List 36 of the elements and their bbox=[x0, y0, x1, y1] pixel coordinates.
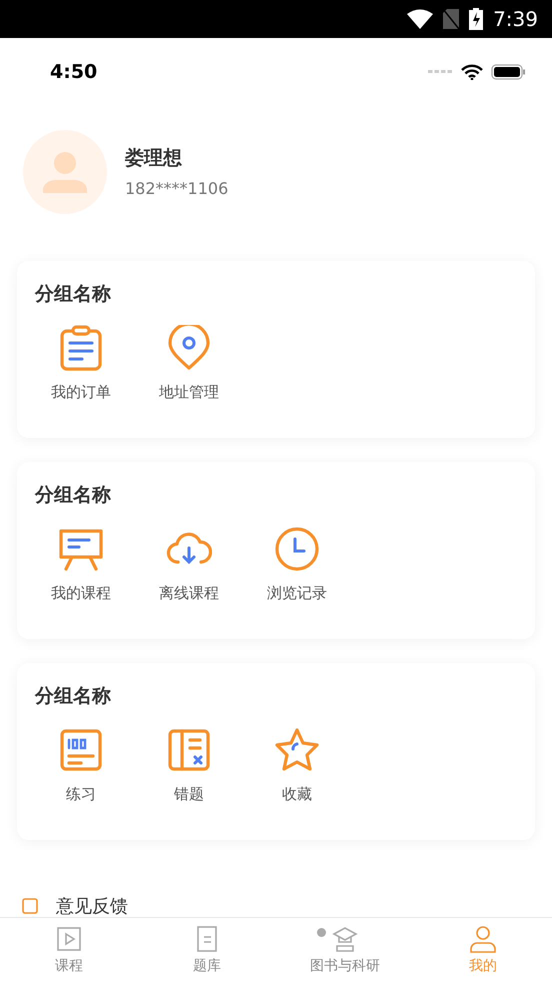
notebook-cross-icon bbox=[166, 727, 212, 773]
tab[interactable]: 图书与科研 bbox=[276, 918, 414, 981]
no-sim-icon bbox=[443, 9, 460, 29]
star-icon bbox=[274, 727, 320, 773]
battery-icon bbox=[491, 64, 526, 80]
menu-item[interactable]: 收藏 bbox=[282, 785, 312, 804]
battery-charging-icon bbox=[469, 8, 484, 30]
menu-item[interactable]: 练习 bbox=[66, 785, 96, 804]
avatar[interactable] bbox=[23, 130, 107, 214]
group-title: 分组名称 bbox=[35, 483, 112, 508]
menu-item[interactable]: 离线课程 bbox=[159, 584, 219, 603]
wifi-icon bbox=[461, 64, 483, 80]
clock-icon bbox=[274, 526, 320, 572]
user-name: 娄理想 bbox=[125, 146, 183, 171]
group-title: 分组名称 bbox=[35, 684, 112, 709]
score-sheet-icon bbox=[58, 727, 104, 773]
tab[interactable]: 课程 bbox=[0, 918, 138, 981]
clock-time: 7:39 bbox=[493, 7, 538, 31]
clipboard-icon bbox=[58, 325, 104, 371]
menu-item[interactable]: 浏览记录 bbox=[267, 584, 327, 603]
location-pin-icon bbox=[166, 325, 212, 371]
feedback-icon bbox=[22, 898, 38, 914]
menu-item[interactable]: 我的课程 bbox=[51, 584, 111, 603]
person-icon bbox=[469, 924, 497, 952]
wifi-icon bbox=[407, 9, 434, 29]
phone-number: 182****1106 bbox=[125, 179, 228, 198]
menu-item[interactable]: 错题 bbox=[174, 785, 204, 804]
group-title: 分组名称 bbox=[35, 282, 112, 307]
menu-item[interactable]: 我的订单 bbox=[51, 383, 111, 402]
graduation-cap-icon bbox=[331, 924, 359, 952]
list-row[interactable]: 意见反馈 bbox=[56, 894, 128, 917]
play-icon bbox=[55, 924, 83, 952]
menu-item[interactable]: 地址管理 bbox=[159, 383, 219, 402]
tab[interactable]: 题库 bbox=[138, 918, 276, 981]
status-time: 4:50 bbox=[50, 61, 98, 83]
signal-dots-icon bbox=[428, 70, 453, 74]
